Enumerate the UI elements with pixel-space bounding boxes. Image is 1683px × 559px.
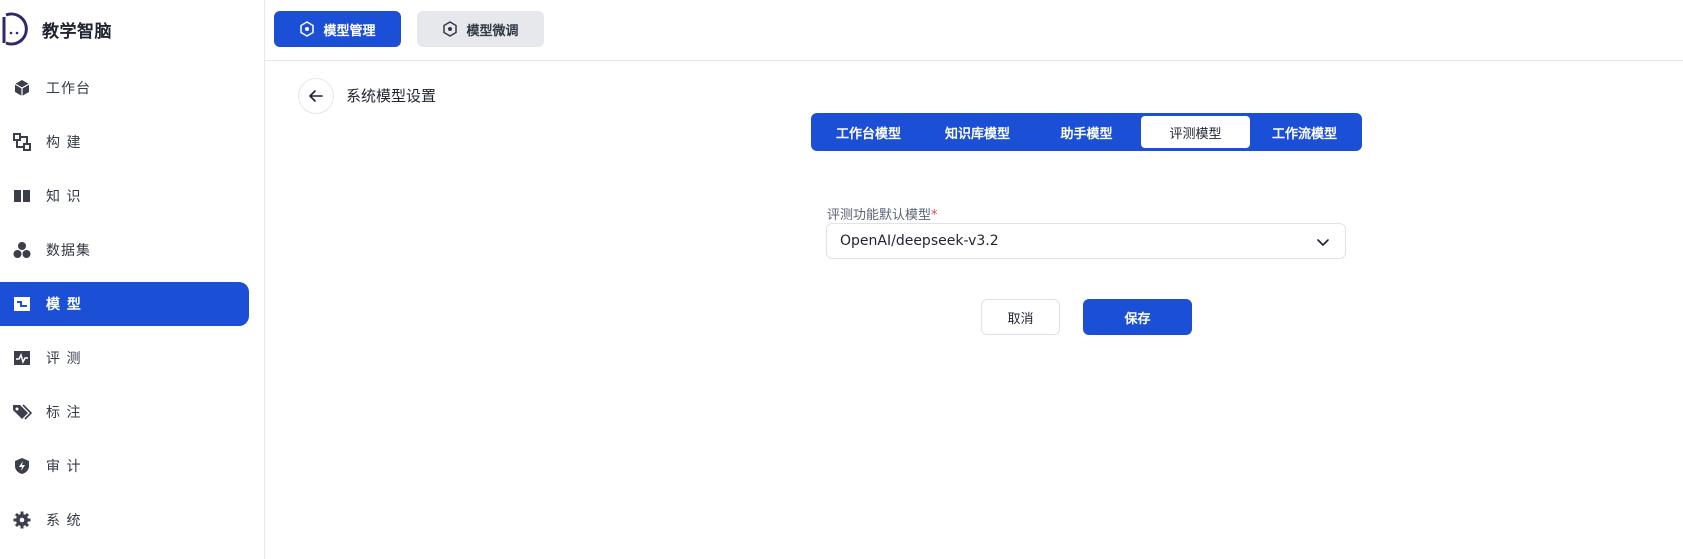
tab-workflow-model[interactable]: 工作流模型 <box>1250 116 1359 148</box>
sidebar-item-label: 知 识 <box>46 189 82 205</box>
sidebar-item-label: 评 测 <box>46 351 82 367</box>
shield-bolt-icon <box>12 456 32 476</box>
default-model-select[interactable]: OpenAI/deepseek-v3.2 <box>826 223 1346 259</box>
sidebar-item-system[interactable]: 系 统 <box>0 498 249 542</box>
tab-knowledge-model[interactable]: 知识库模型 <box>923 116 1032 148</box>
tab-workbench-model[interactable]: 工作台模型 <box>814 116 923 148</box>
save-button[interactable]: 保存 <box>1083 299 1192 335</box>
sidebar-item-label: 构 建 <box>46 135 82 151</box>
back-button[interactable] <box>298 78 334 114</box>
tab-evaluation-model[interactable]: 评测模型 <box>1141 116 1250 148</box>
cancel-button[interactable]: 取消 <box>981 299 1060 335</box>
field-label-text: 评测功能默认模型 <box>827 208 932 223</box>
build-icon <box>12 132 32 152</box>
sidebar-item-annotation[interactable]: 标 注 <box>0 390 249 434</box>
required-mark: * <box>931 208 938 223</box>
sidebar: 教学智脑 工作台 构 建 知 识 数据集 模 型 评 测 标 注 审 计 系 统 <box>0 0 265 559</box>
hexagon-icon <box>443 21 458 37</box>
activity-icon <box>12 348 32 368</box>
brand-name: 教学智脑 <box>42 21 112 42</box>
tab-assistant-model[interactable]: 助手模型 <box>1032 116 1141 148</box>
brand-logo-icon <box>2 12 28 46</box>
tab-label: 模型微调 <box>466 23 519 39</box>
sidebar-item-label: 模 型 <box>46 297 82 313</box>
dataset-icon <box>12 240 32 260</box>
sidebar-item-evaluation[interactable]: 评 测 <box>0 336 249 380</box>
field-label: 评测功能默认模型* <box>827 204 938 223</box>
arrow-left-icon <box>309 90 323 102</box>
sidebar-item-knowledge[interactable]: 知 识 <box>0 174 249 218</box>
hexagon-icon <box>300 21 315 37</box>
sidebar-item-label: 标 注 <box>46 405 82 421</box>
sidebar-item-audit[interactable]: 审 计 <box>0 444 249 488</box>
sidebar-item-build[interactable]: 构 建 <box>0 120 249 164</box>
app-root: 教学智脑 工作台 构 建 知 识 数据集 模 型 评 测 标 注 审 计 系 统… <box>0 0 1683 559</box>
tag-icon <box>12 402 32 422</box>
gear-icon <box>12 510 32 530</box>
sidebar-item-label: 工作台 <box>46 81 91 97</box>
book-icon <box>12 186 32 206</box>
tab-model-management[interactable]: 模型管理 <box>274 11 401 47</box>
sidebar-item-label: 数据集 <box>46 243 91 259</box>
sidebar-item-model[interactable]: 模 型 <box>0 282 249 326</box>
select-value: OpenAI/deepseek-v3.2 <box>840 233 999 249</box>
tab-model-finetune[interactable]: 模型微调 <box>417 11 544 47</box>
chevron-down-icon <box>1317 239 1329 246</box>
page-title: 系统模型设置 <box>346 87 437 105</box>
sidebar-item-dataset[interactable]: 数据集 <box>0 228 249 272</box>
sidebar-item-label: 系 统 <box>46 513 82 529</box>
cube-icon <box>12 78 32 98</box>
model-icon <box>12 294 32 314</box>
model-type-tabs: 工作台模型 知识库模型 助手模型 评测模型 工作流模型 <box>811 113 1362 151</box>
sidebar-nav: 工作台 构 建 知 识 数据集 模 型 评 测 标 注 审 计 系 统 <box>0 66 265 552</box>
brand[interactable]: 教学智脑 <box>0 6 112 52</box>
tab-label: 模型管理 <box>323 23 376 39</box>
sidebar-item-workbench[interactable]: 工作台 <box>0 66 249 110</box>
top-bar: 模型管理 模型微调 <box>265 0 1683 61</box>
sidebar-item-label: 审 计 <box>46 459 82 475</box>
